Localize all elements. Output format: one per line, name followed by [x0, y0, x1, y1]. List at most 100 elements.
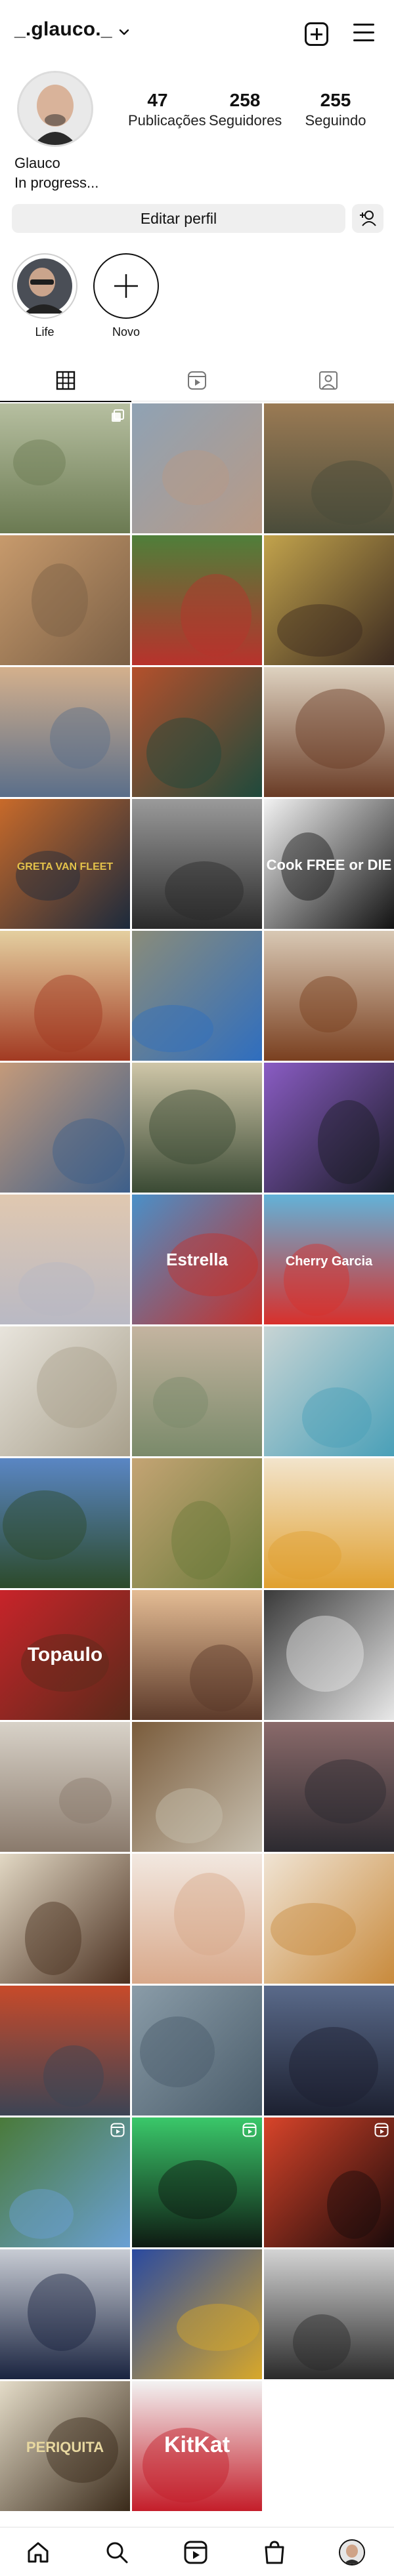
- post-bacon-dish[interactable]: [0, 931, 130, 1061]
- bottom-nav: [0, 2527, 394, 2576]
- post-thumbnail: [132, 931, 262, 1061]
- stat-following-label: Seguindo: [305, 112, 366, 129]
- post-cat[interactable]: [264, 403, 394, 533]
- post-man-back[interactable]: [0, 1063, 130, 1193]
- add-person-icon: [360, 211, 376, 226]
- edit-profile-button[interactable]: Editar perfil: [12, 204, 345, 233]
- post-selfie-glasses[interactable]: [0, 535, 130, 665]
- post-jack-daniels[interactable]: [0, 1854, 130, 1984]
- stat-following[interactable]: 255 Seguindo: [301, 90, 370, 129]
- post-thumbnail: [0, 2249, 130, 2379]
- new-post-icon[interactable]: [305, 22, 328, 46]
- post-thumbnail: KitKat: [132, 2381, 262, 2511]
- post-baby-photo[interactable]: [132, 1590, 262, 1720]
- post-thumbnail: [132, 1722, 262, 1852]
- post-thumbnail: [264, 931, 394, 1061]
- post-nutella-jar[interactable]: Topaulo: [0, 1590, 130, 1720]
- post-thumbnail: Estrella: [132, 1195, 262, 1324]
- highlight-new[interactable]: Novo: [93, 253, 159, 339]
- post-ramen-bowl[interactable]: [264, 535, 394, 665]
- post-thumbnail: [132, 1326, 262, 1456]
- post-thumbnail: [264, 1326, 394, 1456]
- post-thumbnail: [264, 1590, 394, 1720]
- top-bar: _.glauco._: [0, 0, 394, 70]
- chevron-down-icon[interactable]: [118, 26, 130, 38]
- post-soup-bowls[interactable]: [264, 1458, 394, 1588]
- reel-icon: [110, 2123, 125, 2137]
- menu-icon[interactable]: [353, 24, 374, 42]
- grid-icon: [56, 371, 76, 390]
- post-concert-green[interactable]: [132, 2117, 262, 2247]
- post-greta-van-fleet[interactable]: GRETA VAN FLEET: [0, 799, 130, 929]
- post-colonial-house[interactable]: [132, 1722, 262, 1852]
- post-thumbnail: [264, 1986, 394, 2116]
- post-blue-sculpture[interactable]: [264, 1326, 394, 1456]
- stat-followers[interactable]: 258 Seguidores: [209, 90, 282, 129]
- post-old-palace[interactable]: [264, 1986, 394, 2116]
- post-palm-sunset[interactable]: [264, 1722, 394, 1852]
- profile-avatar[interactable]: [339, 2539, 365, 2566]
- search-icon[interactable]: [104, 2539, 130, 2566]
- home-icon[interactable]: [25, 2539, 51, 2566]
- post-motherboard[interactable]: [264, 1063, 394, 1193]
- post-tablet-screen[interactable]: [264, 2249, 394, 2379]
- tab-tagged[interactable]: [263, 359, 394, 401]
- post-old-building[interactable]: [0, 1326, 130, 1456]
- carousel-icon: [112, 409, 124, 422]
- post-whisky-glass[interactable]: [264, 931, 394, 1061]
- post-gran-turismo[interactable]: [0, 2249, 130, 2379]
- post-dirt-road[interactable]: [132, 1458, 262, 1588]
- post-thumbnail: Cook FREE or DIE: [264, 799, 394, 929]
- post-thumbnail: [132, 1458, 262, 1588]
- post-glasses-crowd[interactable]: [0, 1722, 130, 1852]
- post-framed-art[interactable]: [264, 1590, 394, 1720]
- post-airfield-sunset[interactable]: [0, 1986, 130, 2116]
- post-thumbnail: [264, 403, 394, 533]
- post-beach-sunset[interactable]: [0, 1195, 130, 1324]
- post-thumbnail: [132, 2249, 262, 2379]
- tab-grid[interactable]: [0, 359, 131, 402]
- post-kitkat[interactable]: KitKat: [132, 2381, 262, 2511]
- post-champagne-table[interactable]: [132, 1063, 262, 1193]
- post-thumbnail: [264, 1063, 394, 1193]
- post-text: Topaulo: [28, 1644, 102, 1666]
- post-thumbnail: [0, 1986, 130, 2116]
- tab-reels[interactable]: [131, 359, 263, 401]
- post-thumbnail: [132, 535, 262, 665]
- discover-people-button[interactable]: [352, 204, 383, 233]
- shop-icon[interactable]: [261, 2539, 288, 2566]
- post-periquita-wine[interactable]: PERIQUITA: [0, 2381, 130, 2511]
- highlight-label: Novo: [112, 325, 141, 338]
- reels-icon: [188, 371, 206, 390]
- new-highlight-button[interactable]: [93, 253, 159, 319]
- post-concert-red[interactable]: [264, 2117, 394, 2247]
- post-selfie-bw[interactable]: [132, 799, 262, 929]
- reels-icon[interactable]: [183, 2539, 209, 2566]
- post-ben-jerrys[interactable]: Cherry Garcia: [264, 1195, 394, 1324]
- post-thumbnail: [0, 1063, 130, 1193]
- profile-avatar[interactable]: [17, 71, 93, 147]
- post-wine-bottles[interactable]: [264, 667, 394, 797]
- post-helicopter-grass[interactable]: [0, 2117, 130, 2247]
- post-thumbnail: [264, 1458, 394, 1588]
- post-road-sky[interactable]: [132, 931, 262, 1061]
- post-cook-free-or-die[interactable]: Cook FREE or DIE: [264, 799, 394, 929]
- highlight-life[interactable]: Life: [12, 253, 77, 339]
- profile-tabs: [0, 359, 394, 402]
- post-thumbnail: [264, 1854, 394, 1984]
- post-pie-slice[interactable]: [264, 1854, 394, 1984]
- post-starbucks-cup[interactable]: [132, 667, 262, 797]
- post-tree-tattoo[interactable]: [132, 1854, 262, 1984]
- post-helicopter-field[interactable]: [132, 1986, 262, 2116]
- post-torii-gate[interactable]: [132, 535, 262, 665]
- post-selfie-sunglasses[interactable]: [0, 667, 130, 797]
- post-thumbnail: Topaulo: [0, 1590, 130, 1720]
- post-thumbnail: [264, 1722, 394, 1852]
- post-street-house[interactable]: [132, 1326, 262, 1456]
- post-comic-art[interactable]: [132, 2249, 262, 2379]
- post-selfie-city[interactable]: [132, 403, 262, 533]
- post-trees-park[interactable]: [0, 403, 130, 533]
- post-estrella-beer[interactable]: Estrella: [132, 1195, 262, 1324]
- profile-username[interactable]: _.glauco._: [14, 18, 112, 41]
- post-palm-gazebo[interactable]: [0, 1458, 130, 1588]
